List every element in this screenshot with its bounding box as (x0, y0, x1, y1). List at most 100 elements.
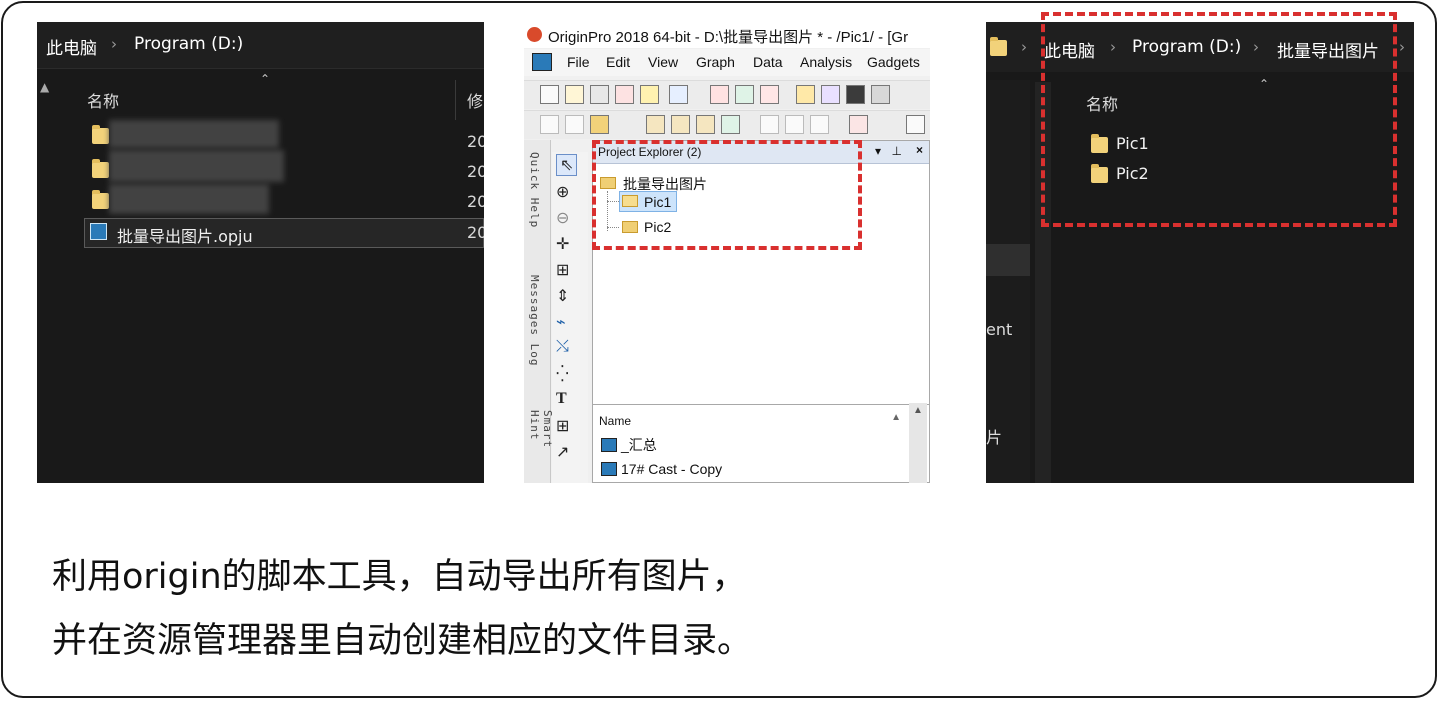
cut-icon[interactable] (540, 115, 559, 134)
new-workbook-icon[interactable] (590, 85, 609, 104)
dropdown-icon[interactable]: ▾ (875, 144, 881, 158)
origin-project-icon (90, 223, 107, 240)
highlight-box (1041, 12, 1397, 227)
list-item[interactable]: 17# Cast - Copy (601, 461, 722, 477)
save-template-icon[interactable] (871, 85, 890, 104)
scroll-up-icon[interactable]: ▲ (40, 80, 49, 94)
insert-icon[interactable] (696, 115, 715, 134)
folder-icon (92, 125, 109, 144)
duplicate-icon[interactable] (849, 115, 868, 134)
open-template-icon[interactable] (821, 85, 840, 104)
list-header-name[interactable]: Name (599, 414, 631, 428)
edit-toolbar (524, 110, 930, 139)
caption-line-1: 利用origin的脚本工具，自动导出所有图片， (52, 557, 747, 597)
breadcrumb-this-pc[interactable]: 此电脑 (46, 34, 97, 59)
pin-icon[interactable]: ⊥ (892, 144, 902, 158)
merge-icon[interactable] (810, 115, 829, 134)
window-title: OriginPro 2018 64-bit - D:\批量导出图片 * - /P… (548, 29, 909, 46)
date-cell: 20 (467, 132, 484, 151)
column-header-modified[interactable]: 修 (467, 88, 483, 112)
text-format-icon[interactable] (906, 115, 925, 134)
graph-window-icon (601, 438, 617, 452)
menu-analysis[interactable]: Analysis (800, 54, 852, 70)
save-icon[interactable] (846, 85, 865, 104)
arrange-icon[interactable] (760, 115, 779, 134)
add-row-icon[interactable] (671, 115, 690, 134)
menu-data[interactable]: Data (753, 54, 783, 70)
navigation-pane (986, 80, 1030, 483)
document-icon[interactable] (532, 53, 552, 71)
column-divider (455, 80, 456, 120)
date-cell: 20 (467, 223, 484, 242)
add-column-icon[interactable] (646, 115, 665, 134)
pointer-icon[interactable]: ⇖ (556, 154, 578, 176)
nav-item-fragment[interactable]: 片 (986, 424, 1002, 448)
address-bar[interactable]: 此电脑 › Program (D:) (37, 22, 484, 69)
function-icon[interactable] (669, 85, 688, 104)
title-bar: OriginPro 2018 64-bit - D:\批量导出图片 * - /P… (524, 22, 930, 48)
tab-smart-hint[interactable]: Smart Hint (528, 410, 554, 483)
nav-item-fragment[interactable]: ent (986, 320, 1012, 339)
annotation-icon[interactable]: ⤯ (556, 338, 569, 356)
originpro-window: OriginPro 2018 64-bit - D:\批量导出图片 * - /P… (524, 22, 930, 483)
list-item[interactable]: _汇总 (601, 435, 657, 455)
arrow-tool-icon[interactable]: ↗ (556, 442, 569, 462)
tab-messages-log[interactable]: Messages Log (528, 275, 541, 366)
copy-icon[interactable] (565, 115, 584, 134)
zoom-in-icon[interactable]: ⊕ (556, 182, 569, 202)
delete-icon[interactable] (721, 115, 740, 134)
menu-graph[interactable]: Graph (696, 54, 735, 70)
folder-icon (92, 190, 109, 209)
redacted-filename (109, 120, 279, 148)
graph-window-icon (601, 462, 617, 476)
list-scrollbar[interactable]: ▲ (909, 403, 927, 483)
scroll-up-icon[interactable]: ▲ (913, 405, 923, 416)
crosshair-icon[interactable]: ✛ (556, 234, 569, 254)
notes-icon[interactable] (735, 85, 754, 104)
open-icon[interactable] (796, 85, 815, 104)
region-icon[interactable]: ⁛ (556, 364, 569, 384)
folder-icon (990, 37, 1007, 56)
menu-view[interactable]: View (648, 54, 678, 70)
tools-toolbar: ⇖ ⊕ ⊖ ✛ ⊞ ⇕ ⌁ ⤯ ⁛ T ⊞ ↗ (552, 152, 588, 483)
date-cell: 20 (467, 192, 484, 211)
column-header-name[interactable]: 名称 (87, 88, 119, 112)
standard-toolbar (524, 80, 930, 109)
new-layout-icon[interactable] (710, 85, 729, 104)
menu-edit[interactable]: Edit (606, 54, 630, 70)
file-explorer-source: 此电脑 › Program (D:) ▲ ⌃ 名称 修 20 20 20 批量导… (37, 22, 484, 483)
caption-line-2: 并在资源管理器里自动创建相应的文件目录。 (52, 621, 753, 661)
text-tool-icon[interactable]: T (556, 390, 567, 408)
menu-file[interactable]: File (567, 54, 590, 70)
window-list: Name ▲ _汇总 17# Cast - Copy (593, 404, 929, 483)
chevron-right-icon: › (1399, 38, 1405, 56)
scale-icon[interactable]: ⊞ (556, 260, 569, 280)
chevron-right-icon: › (1021, 38, 1027, 56)
file-name[interactable]: 批量导出图片.opju (117, 223, 253, 247)
sort-icon: ▲ (891, 412, 901, 423)
insert-graph-icon[interactable]: ⊞ (556, 416, 569, 436)
stack-icon[interactable] (785, 115, 804, 134)
navigation-selected-item[interactable] (986, 244, 1030, 276)
sort-ascending-icon: ⌃ (260, 72, 271, 86)
template-icon[interactable] (760, 85, 779, 104)
screen-reader-icon[interactable]: ⇕ (556, 286, 569, 306)
new-folder-icon[interactable] (565, 85, 584, 104)
side-tabs: Quick Help Messages Log Smart Hint (524, 140, 554, 483)
new-graph-icon[interactable] (615, 85, 634, 104)
new-project-icon[interactable] (540, 85, 559, 104)
new-matrix-icon[interactable] (640, 85, 659, 104)
tab-quick-help[interactable]: Quick Help (528, 152, 541, 228)
redacted-filename (109, 184, 269, 214)
breadcrumb-drive[interactable]: Program (D:) (134, 34, 243, 54)
folder-icon (92, 159, 109, 178)
zoom-out-icon[interactable]: ⊖ (556, 208, 569, 228)
data-reader-icon[interactable]: ⌁ (556, 312, 566, 332)
paste-icon[interactable] (590, 115, 609, 134)
origin-logo-icon (527, 27, 542, 42)
close-icon[interactable]: × (916, 143, 923, 157)
chevron-right-icon: › (111, 35, 117, 53)
menu-gadgets[interactable]: Gadgets (867, 54, 920, 70)
date-cell: 20 (467, 162, 484, 181)
redacted-filename (109, 150, 284, 182)
